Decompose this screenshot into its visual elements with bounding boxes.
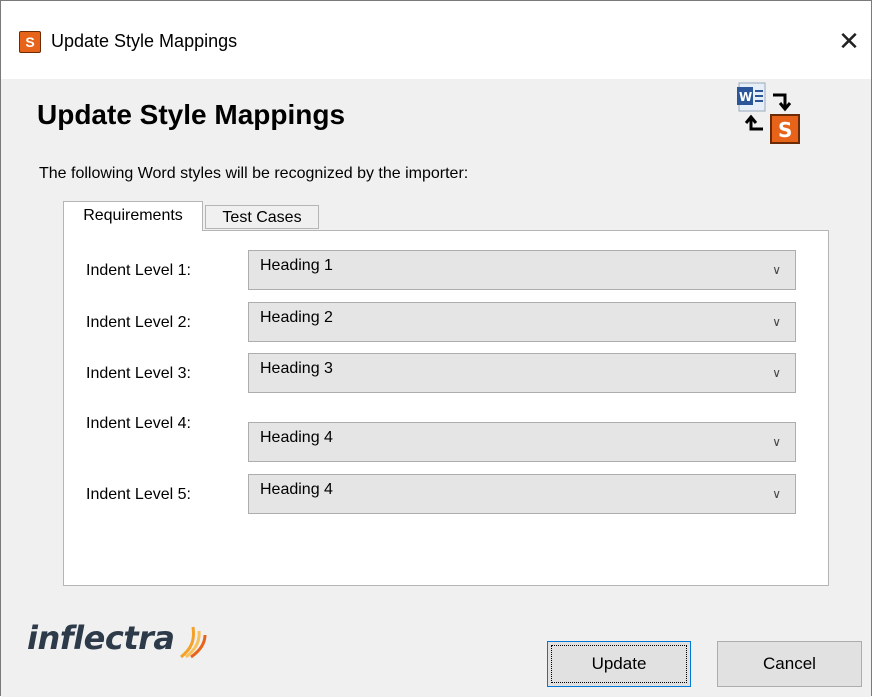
title-bar: Update Style Mappings ✕ [1,1,871,79]
indent-level-2-select[interactable]: Heading 2 ∨ [248,302,796,342]
dialog-window: Update Style Mappings ✕ Update Style Map… [0,0,872,697]
tab-requirements[interactable]: Requirements [63,201,203,231]
indent-level-5-select[interactable]: Heading 4 ∨ [248,474,796,514]
indent-level-3-label: Indent Level 3: [86,365,191,382]
focus-rectangle [551,645,687,683]
brand-wordmark: inflectra [27,619,175,657]
select-value: Heading 3 [260,360,333,377]
cancel-label: Cancel [763,654,816,673]
tab-test-cases[interactable]: Test Cases [205,205,319,229]
indent-level-4-select[interactable]: Heading 4 ∨ [248,422,796,462]
chevron-down-icon: ∨ [772,315,781,329]
select-value: Heading 4 [260,429,333,446]
chevron-down-icon: ∨ [772,435,781,449]
window-title: Update Style Mappings [51,31,238,51]
inflectra-logo: inflectra [27,619,207,671]
spira-icon [19,31,41,53]
close-button[interactable]: ✕ [829,23,869,59]
mappings-panel: Indent Level 1: Heading 1 ∨ Indent Level… [63,230,829,586]
update-button[interactable]: Update [547,641,691,687]
flame-icon [180,626,207,659]
select-value: Heading 1 [260,257,333,274]
dialog-content: Update Style Mappings W S The following … [1,79,871,697]
indent-level-3-select[interactable]: Heading 3 ∨ [248,353,796,393]
chevron-down-icon: ∨ [772,487,781,501]
word-to-spira-sync-icon: W S [737,82,800,144]
indent-level-4-label: Indent Level 4: [86,415,191,432]
chevron-down-icon: ∨ [772,263,781,277]
indent-level-1-label: Indent Level 1: [86,262,191,279]
page-title: Update Style Mappings [37,99,346,130]
select-value: Heading 4 [260,481,333,498]
indent-level-2-label: Indent Level 2: [86,314,191,331]
svg-text:W: W [739,90,752,104]
description-text: The following Word styles will be recogn… [39,165,469,182]
chevron-down-icon: ∨ [772,366,781,380]
indent-level-1-select[interactable]: Heading 1 ∨ [248,250,796,290]
indent-level-5-label: Indent Level 5: [86,486,191,503]
select-value: Heading 2 [260,309,333,326]
cancel-button[interactable]: Cancel [717,641,862,687]
close-icon: ✕ [838,26,860,56]
svg-text:S: S [778,118,792,142]
